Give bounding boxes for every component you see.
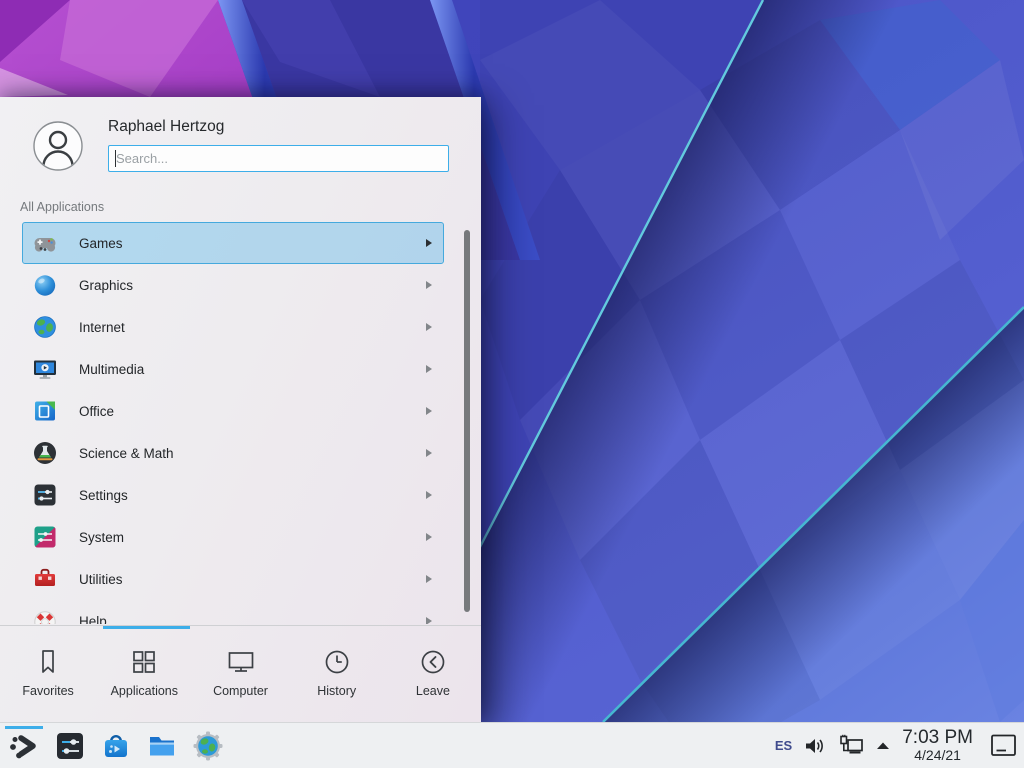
submenu-arrow-icon [426,323,432,331]
show-desktop-button[interactable] [990,733,1017,758]
wired-network-icon[interactable] [838,734,864,758]
application-launcher-button[interactable] [3,723,45,768]
tab-computer[interactable]: Computer [192,626,288,722]
clock-icon [322,647,352,677]
folder-icon [146,730,178,762]
internet-icon [32,314,58,340]
menu-item-label: Internet [79,320,125,335]
clock-time: 7:03 PM [902,728,973,748]
submenu-arrow-icon [426,407,432,415]
menu-item-label: Graphics [79,278,133,293]
games-icon [32,230,58,256]
system-settings-button[interactable] [49,723,91,768]
search-input[interactable] [108,145,449,172]
user-avatar[interactable] [33,121,83,171]
web-browser-button[interactable] [187,723,229,768]
submenu-arrow-icon [426,617,432,624]
menu-item-label: Office [79,404,114,419]
menu-item-graphics[interactable]: Graphics [22,264,444,306]
volume-icon[interactable] [803,734,827,758]
menu-item-multimedia[interactable]: Multimedia [22,348,444,390]
desktop: Raphael Hertzog All Applications Games [0,0,1024,768]
menu-item-label: Science & Math [79,446,174,461]
tab-applications[interactable]: Applications [96,626,192,722]
menu-item-label: Games [79,236,123,251]
menu-item-label: Multimedia [79,362,144,377]
help-icon [32,608,58,624]
taskbar-panel: ES 7:03 PM 4/24/21 [0,722,1024,768]
keyboard-layout-indicator[interactable]: ES [775,738,792,753]
tab-label: Applications [111,684,178,698]
digital-clock[interactable]: 7:03 PM 4/24/21 [902,728,973,763]
system-tray: ES 7:03 PM 4/24/21 [775,728,1024,763]
system-icon [32,524,58,550]
leave-icon [418,647,448,677]
submenu-arrow-icon [426,491,432,499]
menu-item-settings[interactable]: Settings [22,474,444,516]
kde-launcher-icon [8,730,40,762]
grid-icon [129,647,159,677]
menu-item-label: System [79,530,124,545]
active-tab-indicator [103,626,190,629]
tab-label: History [317,684,356,698]
multimedia-icon [32,356,58,382]
utilities-icon [32,566,58,592]
file-manager-button[interactable] [141,723,183,768]
system-settings-icon [54,730,86,762]
submenu-arrow-icon [426,449,432,457]
active-task-indicator [5,726,43,729]
menu-item-utilities[interactable]: Utilities [22,558,444,600]
tab-favorites[interactable]: Favorites [0,626,96,722]
section-label: All Applications [20,200,104,214]
office-icon [32,398,58,424]
application-launcher-menu: Raphael Hertzog All Applications Games [0,97,481,722]
submenu-arrow-icon [426,533,432,541]
menu-item-help[interactable]: Help [22,600,444,624]
tab-label: Computer [213,684,268,698]
tab-label: Leave [416,684,450,698]
menu-item-games[interactable]: Games [22,222,444,264]
submenu-arrow-icon [426,575,432,583]
category-list: Games Graphics [0,222,481,624]
launcher-tab-bar: Favorites Applications Computer [0,625,481,722]
menu-item-office[interactable]: Office [22,390,444,432]
menu-item-science-math[interactable]: Science & Math [22,432,444,474]
graphics-icon [32,272,58,298]
discover-icon [100,730,132,762]
submenu-arrow-icon [426,239,432,247]
tab-history[interactable]: History [289,626,385,722]
menu-item-label: Utilities [79,572,123,587]
expand-tray-arrow-icon[interactable] [875,738,891,754]
tab-leave[interactable]: Leave [385,626,481,722]
settings-icon [32,482,58,508]
submenu-arrow-icon [426,281,432,289]
menu-item-system[interactable]: System [22,516,444,558]
launcher-header: Raphael Hertzog [0,97,481,189]
menu-item-internet[interactable]: Internet [22,306,444,348]
science-icon [32,440,58,466]
submenu-arrow-icon [426,365,432,373]
user-name: Raphael Hertzog [108,118,224,136]
menu-item-label: Help [79,614,107,625]
globe-gear-icon [192,730,224,762]
tab-label: Favorites [22,684,73,698]
scrollbar-thumb[interactable] [464,230,470,612]
discover-button[interactable] [95,723,137,768]
menu-item-label: Settings [79,488,128,503]
bookmark-icon [33,647,63,677]
monitor-icon [226,647,256,677]
clock-date: 4/24/21 [902,748,973,763]
text-cursor [115,150,116,167]
